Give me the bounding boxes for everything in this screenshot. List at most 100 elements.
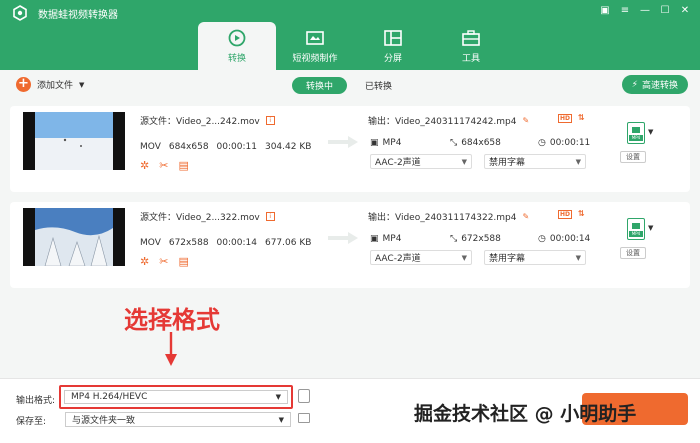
split-screen-icon	[384, 30, 402, 46]
menu-icon[interactable]: ≡	[618, 4, 632, 18]
source-file: 源文件：Video_2...322.mov i	[140, 210, 275, 223]
subtitle-value: 禁用字幕	[489, 158, 526, 168]
video-thumbnail[interactable]	[23, 112, 125, 170]
output-format: MP4	[382, 138, 402, 148]
magic-wand-icon[interactable]: ✲	[140, 255, 149, 268]
audio-track-value: AAC-2声道	[375, 254, 421, 264]
snowy-forest-thumbnail	[35, 208, 113, 266]
snowfield-thumbnail	[35, 112, 113, 170]
annotation-arrow-icon	[165, 332, 177, 366]
save-to-select[interactable]: 与源文件夹一致 ▼	[65, 412, 291, 427]
source-filename: 源文件：Video_2...242.mov	[140, 117, 260, 127]
app-header: 数据蛙视频转换器 ▣ ≡ — ☐ ✕ 转换 短视频制作 分屏 工具	[0, 0, 700, 70]
output-format-label: 输出格式:	[16, 396, 56, 406]
pencil-icon[interactable]: ✎	[523, 116, 530, 125]
lightning-icon: ⚡	[631, 79, 638, 90]
video-thumbnail[interactable]	[23, 208, 125, 266]
output-format-select[interactable]: MP4 H.264/HEVC ▼	[59, 385, 293, 409]
source-filename: 源文件：Video_2...322.mov	[140, 213, 260, 223]
fast-convert-label: 高速转换	[641, 81, 678, 91]
chevron-down-icon[interactable]: ▼	[79, 81, 84, 89]
add-file-button[interactable]: + 添加文件 ▼	[16, 77, 84, 92]
window-controls: ▣ ≡ — ☐ ✕	[598, 4, 692, 18]
source-duration: 00:00:14	[216, 238, 257, 248]
output-format-value: MP4 H.264/HEVC	[71, 392, 148, 402]
subtitle-select[interactable]: 禁用字幕 ▼	[484, 154, 586, 169]
source-duration: 00:00:11	[216, 142, 257, 152]
tab-convert-label: 转换	[227, 54, 246, 64]
feedback-icon[interactable]: ▣	[598, 4, 612, 18]
annotation-label: 选择格式	[124, 306, 220, 334]
hd-icon[interactable]: HD	[558, 210, 573, 219]
close-icon[interactable]: ✕	[678, 4, 692, 18]
chevron-down-icon: ▼	[461, 253, 467, 262]
chevron-down-icon[interactable]: ▼	[648, 224, 653, 232]
file-list: 源文件：Video_2...242.mov i MOV 684x658 00:0…	[0, 100, 700, 378]
settings-button[interactable]: 设置	[620, 247, 646, 259]
audio-track-select[interactable]: AAC-2声道 ▼	[370, 154, 472, 169]
minimize-icon[interactable]: —	[638, 4, 652, 18]
fast-convert-button[interactable]: ⚡ 高速转换	[621, 75, 688, 94]
resize-icon: ⤡	[450, 138, 458, 148]
output-resolution: 672x588	[461, 234, 501, 244]
clock-icon: ◷	[538, 234, 546, 244]
chevron-down-icon: ▼	[575, 253, 581, 262]
source-format: MOV	[140, 142, 161, 152]
list-item[interactable]: 源文件：Video_2...242.mov i MOV 684x658 00:0…	[10, 106, 690, 192]
source-size: 304.42 KB	[264, 142, 312, 152]
main-tabs: 转换 短视频制作 分屏 工具	[198, 22, 510, 70]
mp4-format-icon[interactable]: MP4	[627, 218, 645, 240]
add-icon: +	[16, 77, 31, 92]
output-resolution: 684x658	[461, 138, 501, 148]
resize-icon: ⤡	[450, 234, 458, 244]
chevron-down-icon: ▼	[275, 393, 281, 401]
tab-short-video[interactable]: 短视频制作	[276, 22, 354, 70]
subtitle-select[interactable]: 禁用字幕 ▼	[484, 250, 586, 265]
format-icon: ▣	[370, 138, 379, 148]
tab-convert[interactable]: 转换	[198, 22, 276, 70]
info-icon[interactable]: i	[265, 212, 275, 221]
watermark: 掘金技术社区 @ 小明助手	[414, 403, 637, 425]
tab-converting[interactable]: 转换中	[292, 77, 348, 94]
settings-button[interactable]: 设置	[620, 151, 646, 163]
scissors-icon[interactable]: ✂	[159, 255, 168, 268]
tab-tools[interactable]: 工具	[432, 22, 510, 70]
mp4-format-icon[interactable]: MP4	[627, 122, 645, 144]
chevron-down-icon: ▼	[278, 415, 284, 424]
info-icon[interactable]: i	[265, 116, 275, 125]
app-logo-icon	[13, 5, 27, 21]
save-to-label: 保存至:	[16, 417, 47, 427]
hd-icon[interactable]: HD	[558, 114, 573, 123]
save-to-value: 与源文件夹一致	[72, 416, 136, 426]
edit-video-icon[interactable]: ▤	[178, 159, 188, 172]
pencil-icon[interactable]: ✎	[523, 212, 530, 221]
merge-icon[interactable]: ⇅	[578, 209, 585, 218]
add-file-label: 添加文件	[37, 81, 74, 91]
status-tabs: 转换中 已转换	[292, 77, 392, 94]
edit-video-icon[interactable]: ▤	[178, 255, 188, 268]
format-settings-icon[interactable]	[298, 389, 310, 403]
output-filename: 输出：Video_240311174322.mp4	[368, 213, 517, 223]
tab-short-video-label: 短视频制作	[292, 54, 338, 64]
tab-split-screen[interactable]: 分屏	[354, 22, 432, 70]
arrow-right-icon	[328, 136, 358, 148]
magic-wand-icon[interactable]: ✲	[140, 159, 149, 172]
toolbox-icon	[462, 30, 480, 46]
output-resolution-item: ⤡ 672x588	[450, 234, 501, 244]
source-meta: MOV 684x658 00:00:11 304.42 KB	[140, 142, 311, 152]
chevron-down-icon[interactable]: ▼	[648, 128, 653, 136]
maximize-icon[interactable]: ☐	[658, 4, 672, 18]
format-icon: ▣	[370, 234, 379, 244]
output-duration: 00:00:14	[549, 234, 591, 244]
output-file: 输出：Video_240311174322.mp4 ✎	[368, 210, 529, 223]
output-file: 输出：Video_240311174242.mp4 ✎	[368, 114, 529, 127]
list-item[interactable]: 源文件：Video_2...322.mov i MOV 672x588 00:0…	[10, 202, 690, 288]
folder-icon[interactable]	[298, 413, 310, 423]
merge-icon[interactable]: ⇅	[578, 113, 585, 122]
tab-split-screen-label: 分屏	[383, 54, 402, 64]
tab-converted[interactable]: 已转换	[365, 79, 392, 92]
source-meta: MOV 672x588 00:00:14 677.06 KB	[140, 238, 311, 248]
clock-icon: ◷	[538, 138, 546, 148]
audio-track-select[interactable]: AAC-2声道 ▼	[370, 250, 472, 265]
scissors-icon[interactable]: ✂	[159, 159, 168, 172]
